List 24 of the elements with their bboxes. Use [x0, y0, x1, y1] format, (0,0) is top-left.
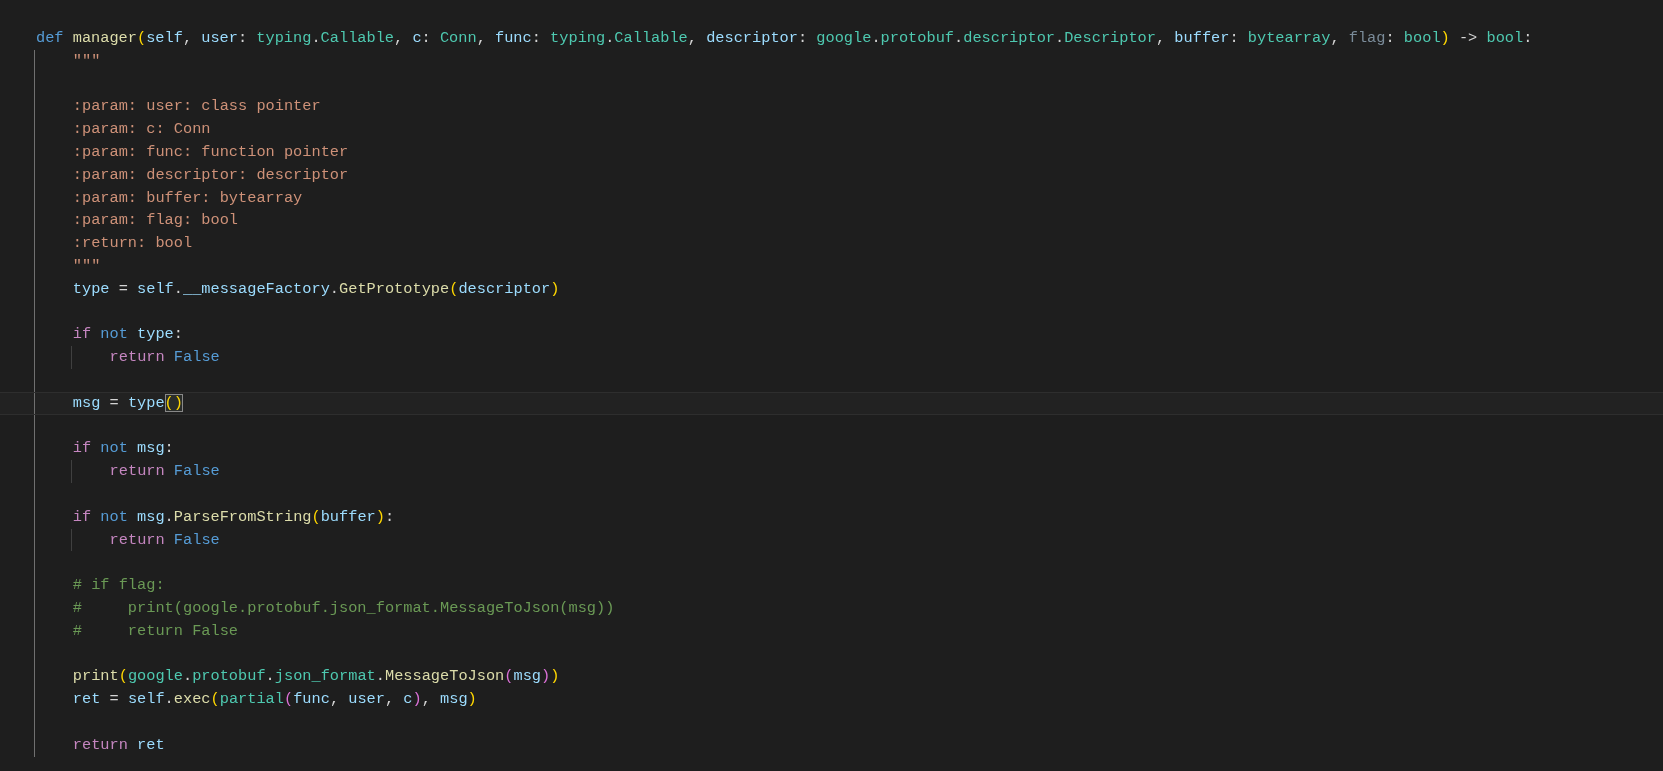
- code-line: # return False: [72, 620, 239, 642]
- code-line: """: [72, 50, 101, 72]
- code-line: """: [72, 255, 101, 277]
- code-line: :param: user: class pointer: [72, 96, 321, 118]
- code-line: def manager(self, user: typing.Callable, c: Conn, func: typing.Callable, descriptor: google.protobuf.descriptor.Descriptor, buffer: bytearray, flag: bool) -> bool:: [36, 28, 1533, 49]
- code-line: :param: flag: bool: [72, 210, 239, 232]
- code-line: :param: buffer: bytearray: [72, 187, 303, 209]
- code-line: return False: [109, 461, 220, 483]
- code-line: return False: [109, 347, 220, 369]
- code-line: return ret: [72, 734, 165, 756]
- code-line: :return: bool: [72, 233, 193, 255]
- code-line: :param: descriptor: descriptor: [72, 164, 349, 186]
- code-line: # print(google.protobuf.json_format.MessageToJson(msg)): [72, 597, 615, 619]
- code-line: return False: [109, 529, 220, 551]
- code-line: ret = self.exec(partial(func, user, c), msg): [72, 689, 477, 711]
- code-line: print(google.protobuf.json_format.MessageToJson(msg)): [72, 666, 560, 688]
- code-line: type = self.__messageFactory.GetPrototype(descriptor): [72, 278, 560, 300]
- code-line: :param: func: function pointer: [72, 142, 349, 163]
- code-line: if not msg:: [72, 438, 174, 460]
- code-line: :param: c: Conn: [72, 119, 211, 141]
- code-line: # if flag:: [72, 575, 165, 597]
- code-line: if not type:: [72, 324, 183, 346]
- code-line: msg = type(): [72, 392, 183, 414]
- code-line: if not msg.ParseFromString(buffer):: [72, 506, 395, 528]
